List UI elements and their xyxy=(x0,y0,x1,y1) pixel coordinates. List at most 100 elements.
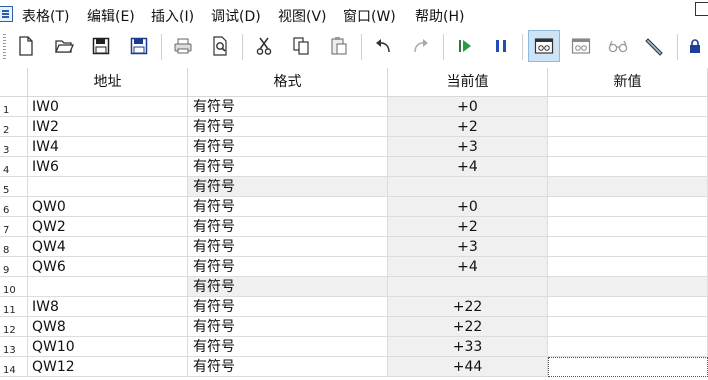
current-value-cell: +22 xyxy=(388,317,548,337)
table-row[interactable]: 13 QW10 有符号 +33 xyxy=(0,337,708,357)
current-value-cell: +22 xyxy=(388,297,548,317)
format-cell[interactable]: 有符号 xyxy=(188,217,388,237)
table-row[interactable]: 3 IW4 有符号 +3 xyxy=(0,137,708,157)
toolbar-separator xyxy=(443,34,444,60)
header-format[interactable]: 格式 xyxy=(188,68,388,96)
menu-debug[interactable]: 调试(D) xyxy=(211,6,261,26)
new-value-cell[interactable] xyxy=(548,217,708,237)
format-cell[interactable]: 有符号 xyxy=(188,297,388,317)
address-cell[interactable]: IW4 xyxy=(28,137,188,157)
address-cell[interactable]: QW12 xyxy=(28,357,188,377)
address-cell[interactable]: QW10 xyxy=(28,337,188,357)
row-number: 10 xyxy=(0,277,28,297)
format-cell[interactable]: 有符号 xyxy=(188,317,388,337)
address-cell[interactable]: QW4 xyxy=(28,237,188,257)
format-cell[interactable]: 有符号 xyxy=(188,237,388,257)
address-cell[interactable] xyxy=(28,277,188,297)
format-cell[interactable]: 有符号 xyxy=(188,337,388,357)
table-row[interactable]: 6 QW0 有符号 +0 xyxy=(0,197,708,217)
pencil-icon[interactable] xyxy=(641,32,669,60)
glasses-icon[interactable] xyxy=(604,32,632,60)
new-value-cell[interactable] xyxy=(548,357,708,377)
new-value-cell[interactable] xyxy=(548,257,708,277)
format-cell[interactable]: 有符号 xyxy=(188,357,388,377)
address-cell[interactable]: IW6 xyxy=(28,157,188,177)
new-value-cell[interactable] xyxy=(548,237,708,257)
redo-icon[interactable] xyxy=(407,32,435,60)
table-row[interactable]: 8 QW4 有符号 +3 xyxy=(0,237,708,257)
pause-icon[interactable] xyxy=(487,32,515,60)
table-row[interactable]: 10 有符号 xyxy=(0,277,708,297)
address-cell[interactable]: IW2 xyxy=(28,117,188,137)
address-cell[interactable]: QW0 xyxy=(28,197,188,217)
save-icon[interactable] xyxy=(87,32,115,60)
address-cell[interactable]: QW2 xyxy=(28,217,188,237)
print-icon[interactable] xyxy=(169,32,197,60)
app-icon[interactable] xyxy=(0,6,13,22)
format-cell[interactable]: 有符号 xyxy=(188,197,388,217)
row-number-header[interactable] xyxy=(0,68,28,96)
address-cell[interactable] xyxy=(28,177,188,197)
format-cell[interactable]: 有符号 xyxy=(188,257,388,277)
toolbar xyxy=(0,28,708,66)
table-row[interactable]: 11 IW8 有符号 +22 xyxy=(0,297,708,317)
undo-icon[interactable] xyxy=(369,32,397,60)
lock-icon[interactable] xyxy=(684,32,706,60)
row-number: 11 xyxy=(0,297,28,317)
address-cell[interactable]: IW0 xyxy=(28,97,188,117)
menu-insert[interactable]: 插入(I) xyxy=(151,6,194,26)
new-value-cell[interactable] xyxy=(548,337,708,357)
new-value-cell[interactable] xyxy=(548,277,708,297)
save-all-icon[interactable] xyxy=(125,32,153,60)
row-number: 3 xyxy=(0,137,28,157)
open-folder-icon[interactable] xyxy=(50,32,78,60)
header-new-value[interactable]: 新值 xyxy=(548,68,708,96)
new-value-cell[interactable] xyxy=(548,97,708,117)
current-value-cell: +3 xyxy=(388,137,548,157)
new-value-cell[interactable] xyxy=(548,197,708,217)
format-cell[interactable]: 有符号 xyxy=(188,97,388,117)
copy-icon[interactable] xyxy=(287,32,315,60)
table-row[interactable]: 4 IW6 有符号 +4 xyxy=(0,157,708,177)
address-cell[interactable]: QW6 xyxy=(28,257,188,277)
new-value-cell[interactable] xyxy=(548,177,708,197)
table-row[interactable]: 2 IW2 有符号 +2 xyxy=(0,117,708,137)
header-current-value[interactable]: 当前值 xyxy=(388,68,548,96)
address-cell[interactable]: IW8 xyxy=(28,297,188,317)
new-value-cell[interactable] xyxy=(548,117,708,137)
toolbar-grip[interactable] xyxy=(3,34,6,60)
table-row[interactable]: 5 有符号 xyxy=(0,177,708,197)
menu-edit[interactable]: 编辑(E) xyxy=(87,6,135,26)
row-number: 2 xyxy=(0,117,28,137)
format-cell[interactable]: 有符号 xyxy=(188,117,388,137)
paste-icon[interactable] xyxy=(325,32,353,60)
address-cell[interactable]: QW8 xyxy=(28,317,188,337)
table-row[interactable]: 14 QW12 有符号 +44 xyxy=(0,357,708,377)
header-address[interactable]: 地址 xyxy=(28,68,188,96)
table-row[interactable]: 9 QW6 有符号 +4 xyxy=(0,257,708,277)
table-row[interactable]: 1 IW0 有符号 +0 xyxy=(0,97,708,117)
format-cell[interactable]: 有符号 xyxy=(188,137,388,157)
new-value-cell[interactable] xyxy=(548,137,708,157)
table-row[interactable]: 7 QW2 有符号 +2 xyxy=(0,217,708,237)
cut-icon[interactable] xyxy=(250,32,278,60)
current-value-cell: +4 xyxy=(388,257,548,277)
print-preview-icon[interactable] xyxy=(206,32,234,60)
format-cell[interactable]: 有符号 xyxy=(188,177,388,197)
monitor-trend-icon[interactable] xyxy=(567,32,595,60)
new-file-icon[interactable] xyxy=(12,32,40,60)
format-cell[interactable]: 有符号 xyxy=(188,157,388,177)
menu-window[interactable]: 窗口(W) xyxy=(343,6,396,26)
menu-help[interactable]: 帮助(H) xyxy=(415,6,464,26)
restore-icon[interactable] xyxy=(695,2,708,16)
new-value-cell[interactable] xyxy=(548,157,708,177)
monitor-icon[interactable] xyxy=(528,30,560,62)
format-cell[interactable]: 有符号 xyxy=(188,277,388,297)
new-value-cell[interactable] xyxy=(548,317,708,337)
run-icon[interactable] xyxy=(450,32,478,60)
table-row[interactable]: 12 QW8 有符号 +22 xyxy=(0,317,708,337)
row-number: 7 xyxy=(0,217,28,237)
menu-view[interactable]: 视图(V) xyxy=(278,6,327,26)
new-value-cell[interactable] xyxy=(548,297,708,317)
menu-table[interactable]: 表格(T) xyxy=(22,6,69,26)
